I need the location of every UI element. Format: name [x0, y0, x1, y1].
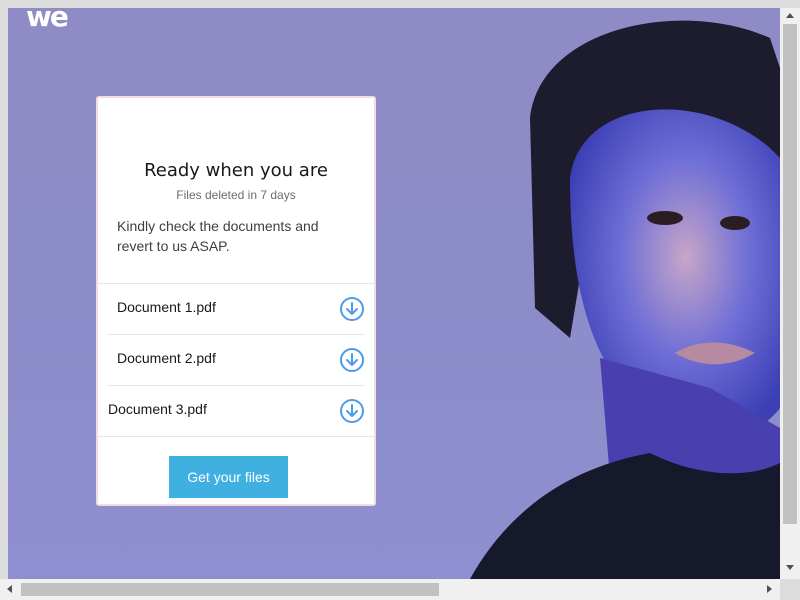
file-name: Document 2.pdf — [117, 350, 216, 366]
scroll-left-arrow-icon[interactable] — [7, 585, 12, 593]
scroll-right-arrow-icon[interactable] — [767, 585, 772, 593]
download-card: Ready when you are Files deleted in 7 da… — [96, 96, 376, 506]
file-name: Document 1.pdf — [117, 299, 216, 315]
file-name: Document 3.pdf — [108, 401, 207, 417]
download-circle-icon[interactable] — [339, 296, 365, 322]
brand-logo[interactable]: we — [26, 8, 69, 33]
download-circle-icon[interactable] — [339, 398, 365, 424]
horizontal-scrollbar[interactable] — [0, 579, 780, 600]
card-message: Kindly check the documents and revert to… — [117, 218, 319, 254]
vertical-scrollbar[interactable] — [780, 8, 800, 579]
get-files-button[interactable]: Get your files — [169, 456, 288, 498]
file-list: Document 1.pdf Document 2.pdf Document 3… — [98, 283, 374, 437]
scrollbar-corner — [780, 579, 800, 600]
page-viewport: we Ready when you are Files deleted in 7… — [8, 8, 780, 579]
card-title: Ready when you are — [144, 160, 328, 181]
scroll-down-arrow-icon[interactable] — [786, 565, 794, 570]
file-item[interactable]: Document 3.pdf — [98, 386, 374, 437]
file-item[interactable]: Document 1.pdf — [107, 284, 365, 335]
hero-portrait-image — [470, 20, 780, 579]
vertical-scroll-thumb[interactable] — [783, 24, 797, 524]
file-item[interactable]: Document 2.pdf — [107, 335, 365, 386]
horizontal-scroll-thumb[interactable] — [21, 583, 439, 596]
download-circle-icon[interactable] — [339, 347, 365, 373]
card-subtitle: Files deleted in 7 days — [176, 188, 296, 202]
scroll-up-arrow-icon[interactable] — [786, 13, 794, 18]
